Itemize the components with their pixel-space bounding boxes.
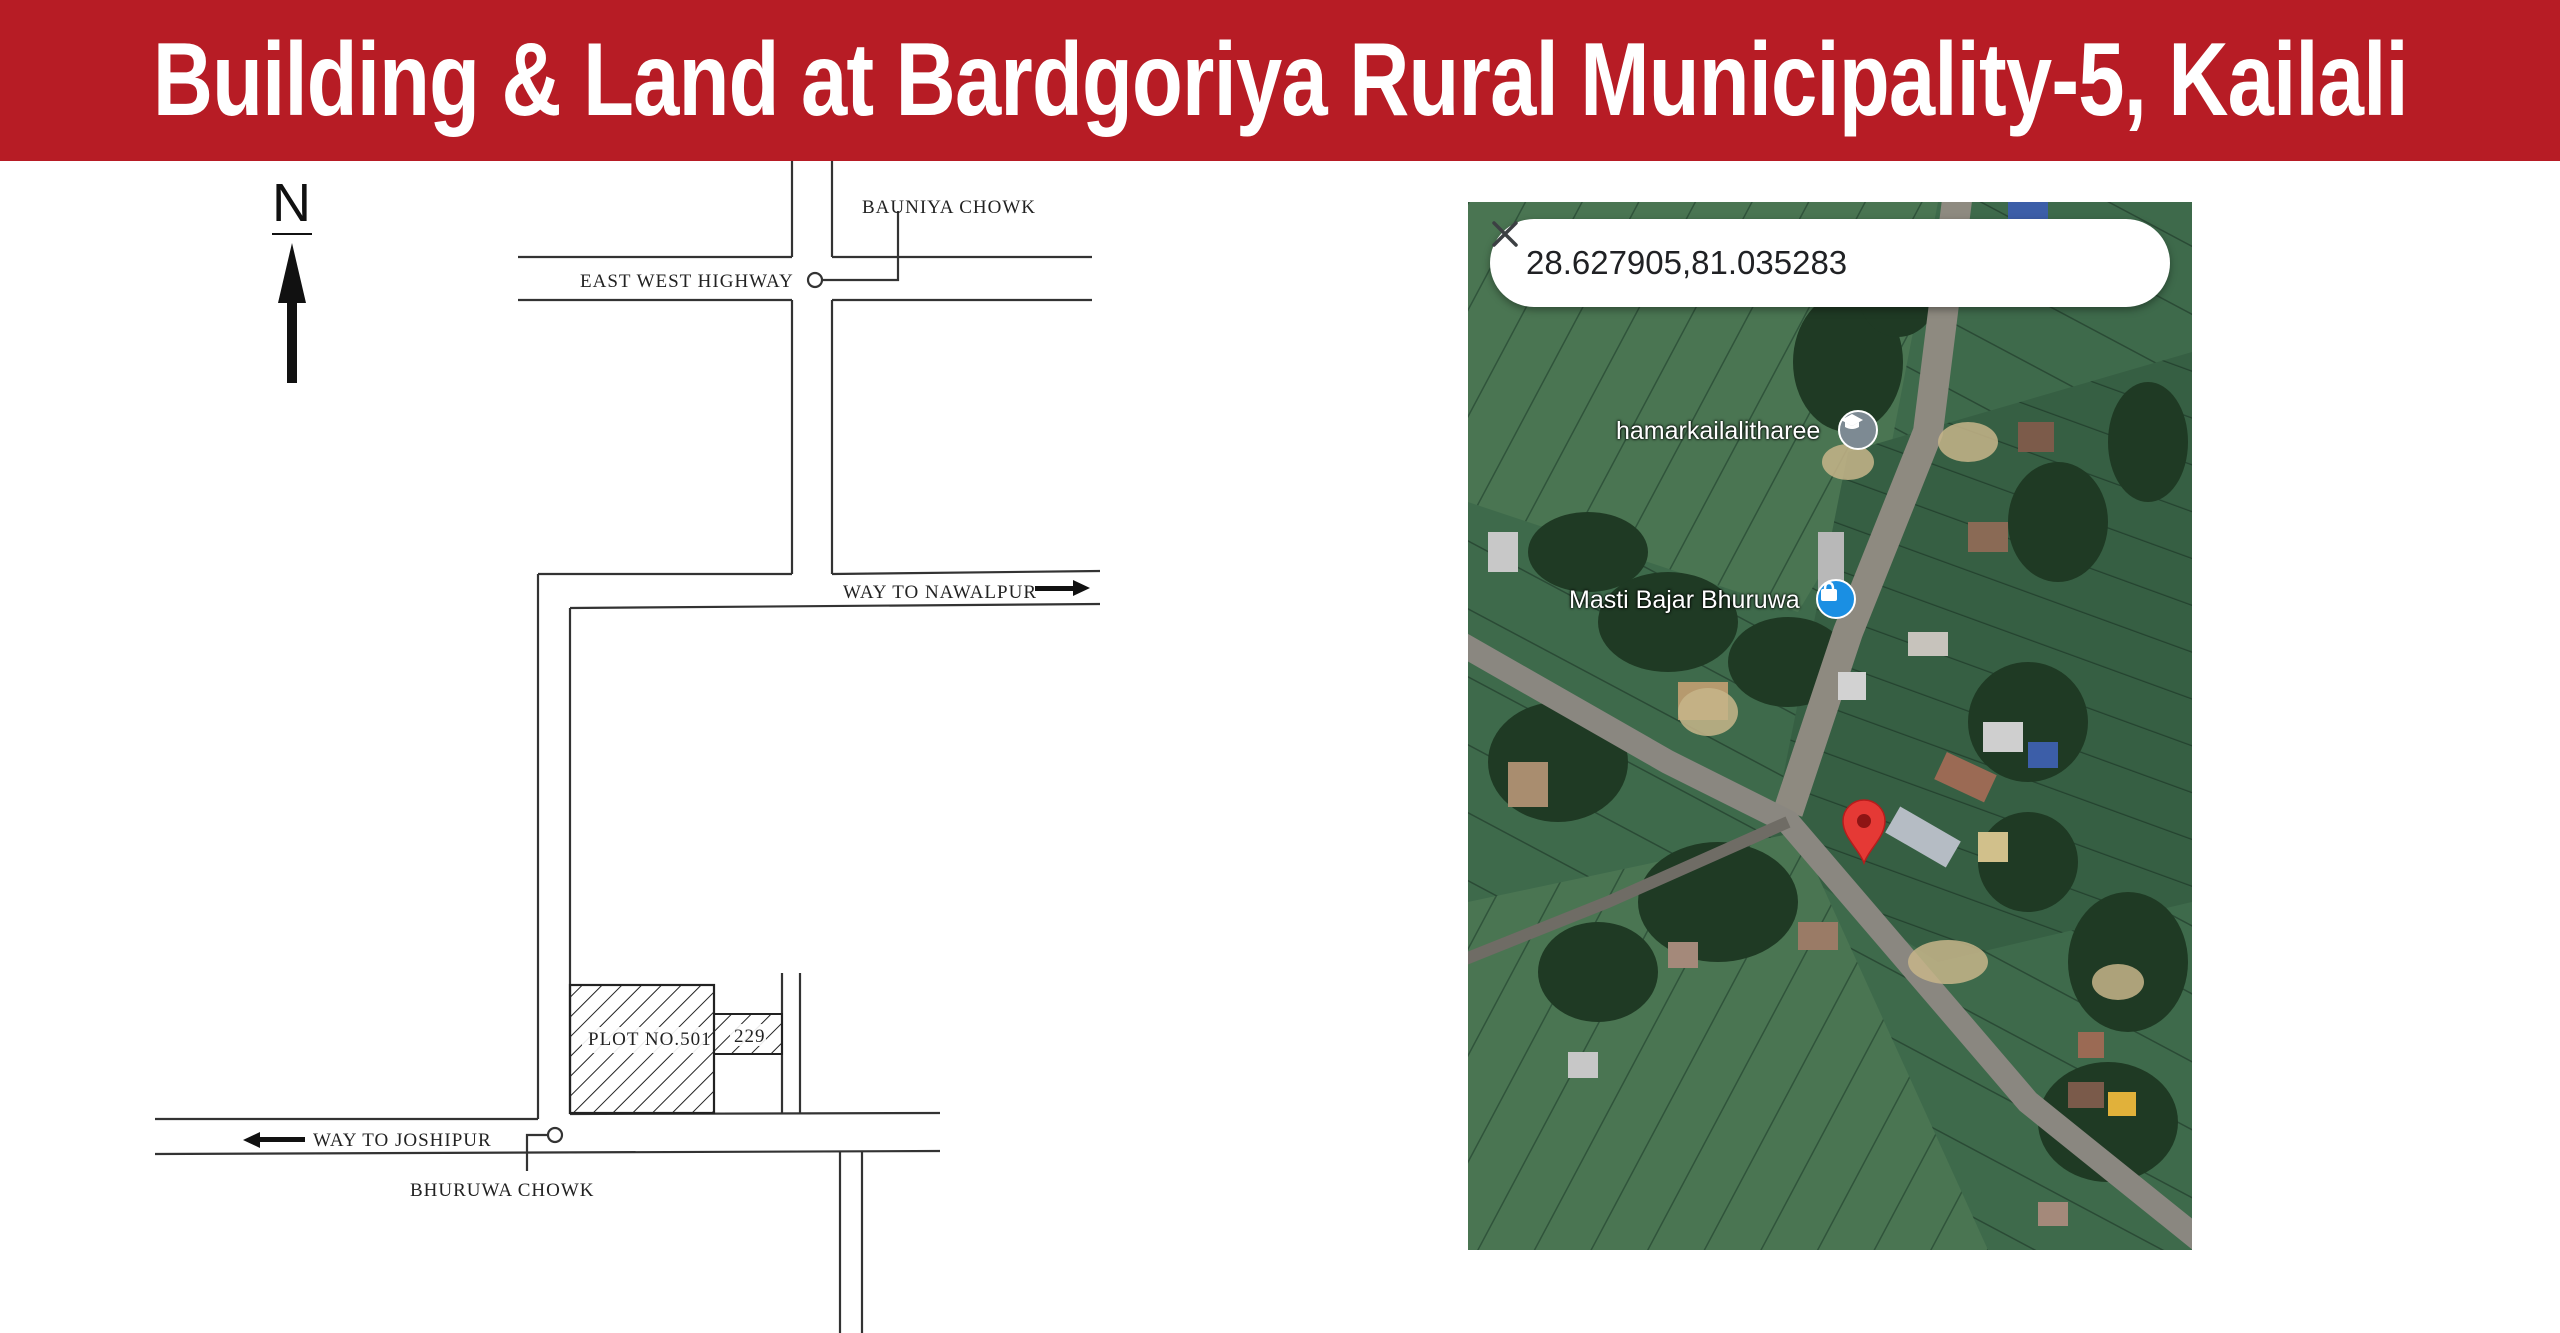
north-arrow-icon: N: [272, 173, 312, 383]
plot-adjacent-label: 229: [734, 1026, 766, 1047]
plot-label: PLOT NO.501: [588, 1029, 712, 1050]
place-label-shop[interactable]: Masti Bajar Bhuruwa: [1569, 586, 1800, 615]
way-to-joshipur-label: WAY TO JOSHIPUR: [313, 1130, 492, 1151]
school-icon[interactable]: [1838, 410, 1878, 450]
shopping-bag-icon[interactable]: [1816, 579, 1856, 619]
place-label-school[interactable]: hamarkailalitharee: [1616, 417, 1820, 446]
location-sketch: N BAUNIYA CHOWK EAST WEST HIGHWAY WAY TO…: [154, 161, 1101, 1333]
search-input[interactable]: 28.627905,81.035283: [1526, 244, 2082, 282]
north-label: N: [272, 173, 311, 233]
joshipur-arrow-icon: [243, 1132, 305, 1148]
satellite-map[interactable]: 28.627905,81.035283 hamarkailalitharee M…: [1468, 202, 2192, 1250]
bauniya-chowk-label: BAUNIYA CHOWK: [862, 197, 1036, 218]
east-west-highway-label: EAST WEST HIGHWAY: [580, 271, 794, 292]
coordinates-search-box[interactable]: 28.627905,81.035283: [1490, 219, 2170, 307]
satellite-imagery: [1468, 202, 2192, 1250]
title-banner: Building & Land at Bardgoriya Rural Muni…: [0, 0, 2560, 161]
bhuruwa-chowk-label: BHURUWA CHOWK: [410, 1180, 595, 1201]
location-pin-icon[interactable]: [1841, 799, 1887, 865]
way-to-nawalpur-label: WAY TO NAWALPUR: [843, 582, 1037, 603]
nawalpur-arrow-icon: [1035, 580, 1090, 596]
page-title: Building & Land at Bardgoriya Rural Muni…: [152, 22, 2409, 138]
close-icon[interactable]: [1492, 221, 2142, 293]
